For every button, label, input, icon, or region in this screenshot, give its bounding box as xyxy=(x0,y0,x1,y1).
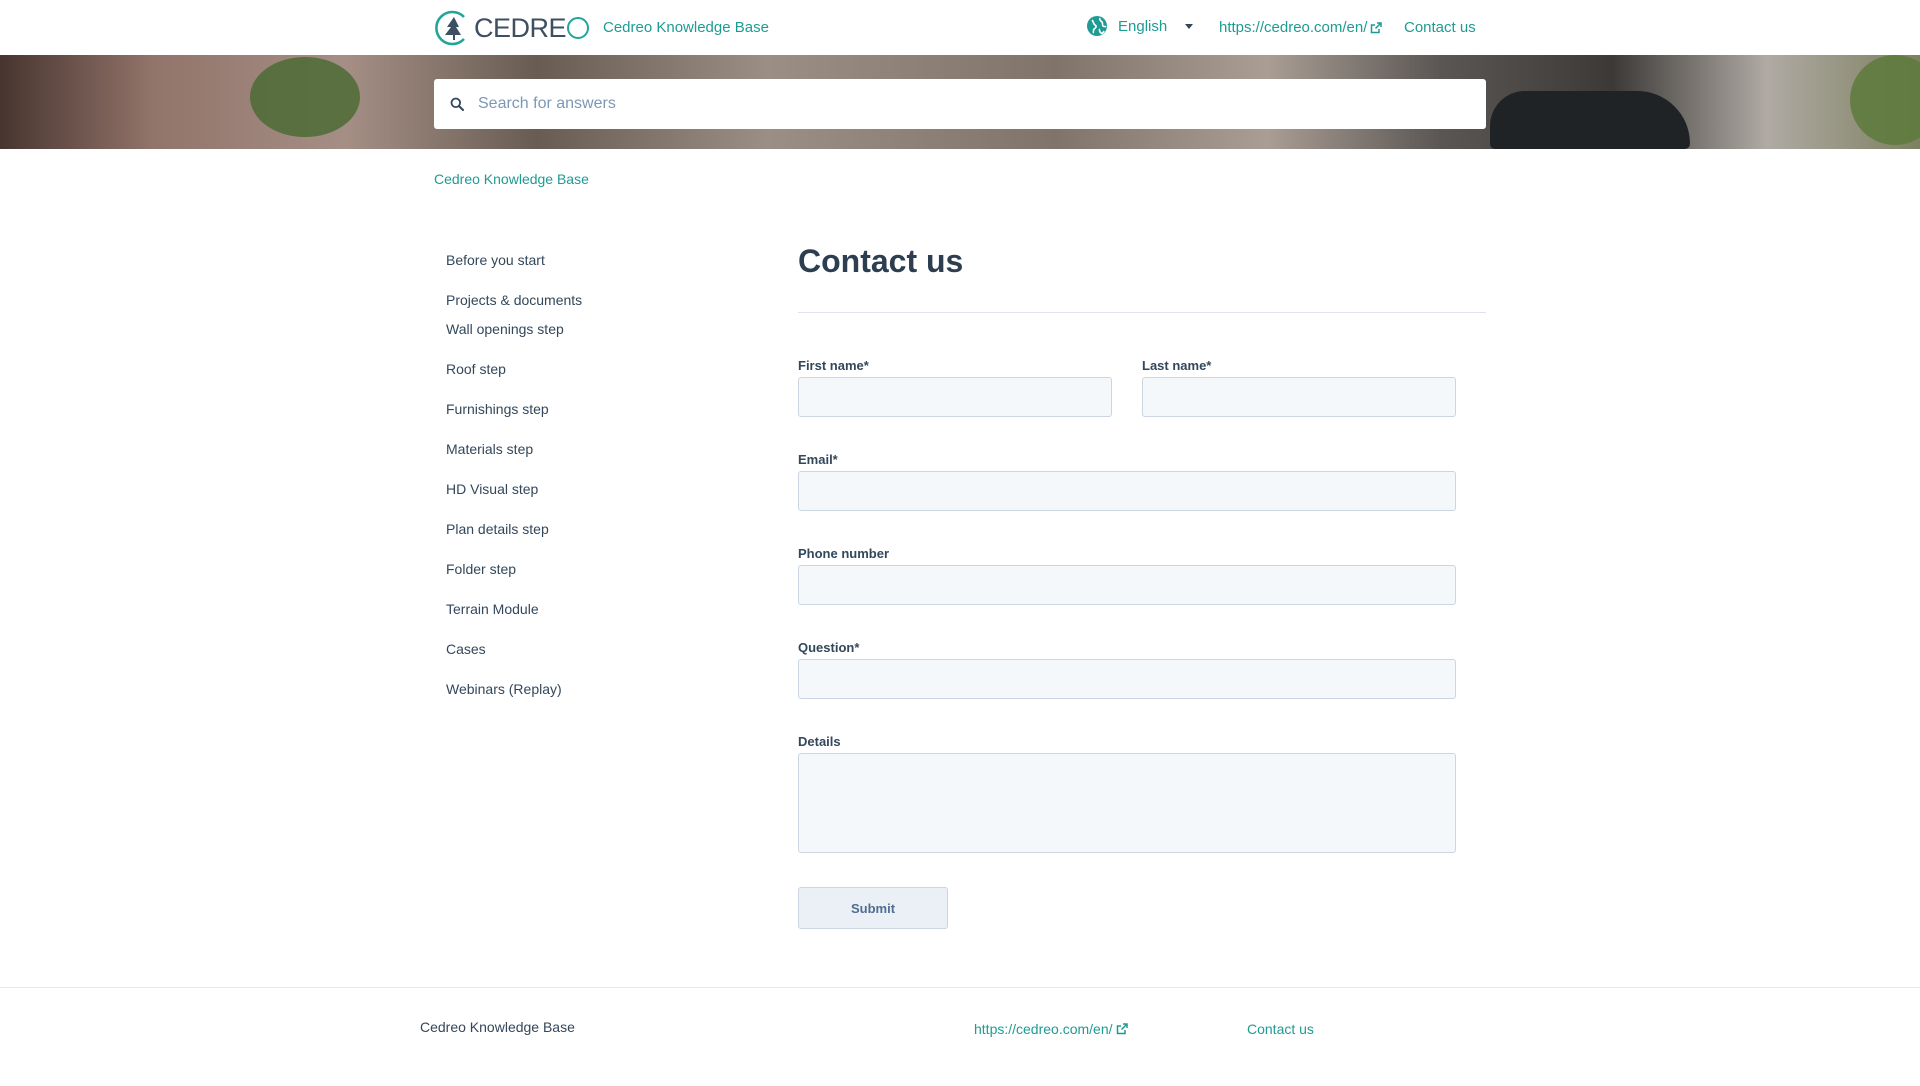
top-navigation-bar: CEDRE Cedreo Knowledge Base English http… xyxy=(0,0,1920,55)
hero-tree-left xyxy=(250,57,360,137)
globe-icon xyxy=(1087,16,1107,36)
search-bar[interactable] xyxy=(434,79,1486,129)
page-title: Contact us xyxy=(798,243,964,279)
question-label: Question* xyxy=(798,640,860,655)
details-label: Details xyxy=(798,734,841,749)
cedreo-logo[interactable]: CEDRE xyxy=(434,9,590,47)
logo-o-mark xyxy=(567,16,590,39)
search-input[interactable] xyxy=(478,95,1458,113)
tree-logo-icon xyxy=(435,10,465,46)
footer-divider xyxy=(0,987,1920,988)
footer-knowledge-base-text: Cedreo Knowledge Base xyxy=(420,1019,575,1035)
sidebar-item-wall-openings[interactable]: Wall openings step xyxy=(446,321,564,337)
first-name-field[interactable] xyxy=(798,377,1112,417)
last-name-label: Last name* xyxy=(1142,358,1212,373)
sidebar-item-cases[interactable]: Cases xyxy=(446,641,486,657)
last-name-field[interactable] xyxy=(1142,377,1456,417)
phone-number-field[interactable] xyxy=(798,565,1456,605)
phone-number-label: Phone number xyxy=(798,546,890,561)
submit-button[interactable]: Submit xyxy=(798,887,948,929)
sidebar-item-before-you-start[interactable]: Before you start xyxy=(446,252,545,268)
sidebar-item-furnishings[interactable]: Furnishings step xyxy=(446,401,549,417)
footer-contact-us-link[interactable]: Contact us xyxy=(1247,1021,1314,1037)
footer-cedreo-website-link[interactable]: https://cedreo.com/en/ xyxy=(974,1021,1128,1037)
hero-tree-right xyxy=(1850,55,1920,145)
first-name-label: First name* xyxy=(798,358,869,373)
logo-wordmark: CEDRE xyxy=(474,13,590,44)
question-field[interactable] xyxy=(798,659,1456,699)
cedreo-website-link-text: https://cedreo.com/en/ xyxy=(1219,19,1368,36)
external-link-icon xyxy=(1116,1023,1128,1035)
sidebar-item-folder[interactable]: Folder step xyxy=(446,561,516,577)
sidebar-item-terrain-module[interactable]: Terrain Module xyxy=(446,601,539,617)
breadcrumb[interactable]: Cedreo Knowledge Base xyxy=(434,171,589,187)
sidebar-item-roof[interactable]: Roof step xyxy=(446,361,506,377)
title-divider xyxy=(798,312,1486,313)
knowledge-base-link[interactable]: Cedreo Knowledge Base xyxy=(603,19,769,36)
hero-car xyxy=(1490,91,1690,149)
sidebar-item-materials[interactable]: Materials step xyxy=(446,441,533,457)
sidebar-item-plan-details[interactable]: Plan details step xyxy=(446,521,549,537)
chevron-down-icon xyxy=(1185,23,1194,29)
sidebar-item-projects-documents[interactable]: Projects & documents xyxy=(446,292,582,308)
email-label: Email* xyxy=(798,452,838,467)
details-textarea[interactable] xyxy=(798,753,1456,853)
email-field[interactable] xyxy=(798,471,1456,511)
external-link-icon xyxy=(1371,21,1383,33)
sidebar-item-hd-visual[interactable]: HD Visual step xyxy=(446,481,538,497)
language-label: English xyxy=(1118,17,1168,35)
cedreo-website-link[interactable]: https://cedreo.com/en/ xyxy=(1219,19,1383,36)
contact-us-link[interactable]: Contact us xyxy=(1404,19,1476,36)
sidebar-item-webinars[interactable]: Webinars (Replay) xyxy=(446,681,562,697)
language-selector[interactable]: English xyxy=(1086,15,1194,37)
search-icon xyxy=(450,97,464,111)
footer-cedreo-website-link-text: https://cedreo.com/en/ xyxy=(974,1021,1113,1037)
